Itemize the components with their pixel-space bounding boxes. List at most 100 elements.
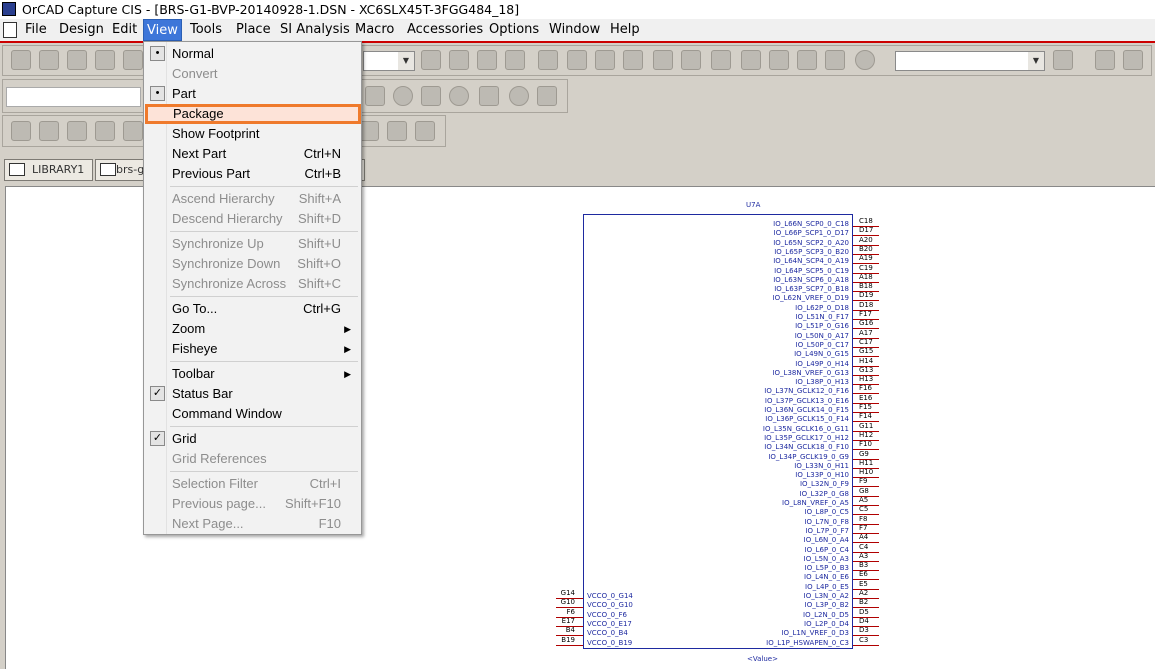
menu-item-go-to[interactable]: Go To... Ctrl+G [146, 299, 359, 319]
menu-item-toolbar[interactable]: Toolbar ▶ [146, 364, 359, 384]
pin-name: IO_L5N_0_A3 [803, 554, 849, 563]
chevron-down-icon[interactable]: ▼ [1028, 52, 1044, 70]
cross-reference-icon[interactable] [681, 50, 701, 70]
pin-name: IO_L7P_0_F7 [805, 526, 849, 535]
submenu-arrow-icon: ▶ [344, 324, 351, 334]
bom-icon[interactable] [711, 50, 731, 70]
bias-icon[interactable] [537, 86, 557, 106]
document-icon[interactable] [3, 22, 17, 38]
select-icon[interactable] [11, 121, 31, 141]
pin-name: IO_L32P_0_G8 [799, 489, 849, 498]
part-reference[interactable]: U7A [746, 201, 760, 209]
menu-item-synchronize-down[interactable]: Synchronize Down Shift+O [146, 254, 359, 274]
menu-item-command-window[interactable]: Command Window [146, 404, 359, 424]
menu-tools[interactable]: Tools [187, 19, 225, 41]
zoom-area-icon[interactable] [477, 50, 497, 70]
pin-name: IO_L49P_0_H14 [795, 359, 849, 368]
net-alias-icon[interactable] [95, 121, 115, 141]
menu-file[interactable]: File [22, 19, 50, 41]
menu-options[interactable]: Options [486, 19, 542, 41]
menu-item-shortcut: Ctrl+B [304, 166, 341, 181]
menu-item-normal[interactable]: • Normal [146, 44, 359, 64]
previous-icon[interactable] [1095, 50, 1115, 70]
menu-item-shortcut: F10 [318, 516, 341, 531]
menu-item-synchronize-up[interactable]: Synchronize Up Shift+U [146, 234, 359, 254]
menu-view[interactable]: View [143, 19, 182, 41]
menu-macro[interactable]: Macro [352, 19, 397, 41]
profile-combo[interactable] [6, 87, 141, 107]
voltage-marker-icon[interactable] [393, 86, 413, 106]
menu-item-package[interactable]: Package [145, 104, 361, 124]
part-value[interactable]: <Value> [747, 655, 778, 663]
menu-item-grid[interactable]: ✓ Grid [146, 429, 359, 449]
differential-marker-icon[interactable] [421, 86, 441, 106]
pin-name: IO_L65N_SCP2_0_A20 [773, 238, 849, 247]
drag-icon[interactable] [797, 50, 817, 70]
menu-item-label: Grid References [172, 451, 267, 466]
project-icon[interactable] [825, 50, 845, 70]
zoom-combo[interactable]: ▼ [363, 51, 415, 71]
pin-wire[interactable] [556, 644, 583, 646]
menu-separator [170, 231, 358, 232]
menu-item-part[interactable]: • Part [146, 84, 359, 104]
chevron-down-icon[interactable]: ▼ [398, 52, 414, 70]
back-annotate-icon[interactable] [595, 50, 615, 70]
zoom-in-icon[interactable] [421, 50, 441, 70]
menu-si-analysis[interactable]: SI Analysis [277, 19, 353, 41]
area-select-icon[interactable] [769, 50, 789, 70]
snap-grid-icon[interactable] [741, 50, 761, 70]
menu-edit[interactable]: Edit [109, 19, 140, 41]
menu-item-zoom[interactable]: Zoom ▶ [146, 319, 359, 339]
pin-name: IO_L34P_GCLK19_0_G9 [768, 452, 849, 461]
menu-item-previous-part[interactable]: Previous Part Ctrl+B [146, 164, 359, 184]
menu-help[interactable]: Help [607, 19, 643, 41]
tab-library1[interactable]: LIBRARY1 [4, 159, 93, 181]
zoom-out-icon[interactable] [449, 50, 469, 70]
table-icon[interactable] [415, 121, 435, 141]
next-icon[interactable] [1123, 50, 1143, 70]
power-marker-icon[interactable] [479, 86, 499, 106]
pin-number: F6 [566, 607, 575, 616]
search-combo[interactable]: ▼ [895, 51, 1045, 71]
pin-name: IO_L62P_0_D18 [795, 303, 849, 312]
bus-icon[interactable] [123, 121, 143, 141]
menu-item-previous-page[interactable]: Previous page... Shift+F10 [146, 494, 359, 514]
save-icon[interactable] [67, 50, 87, 70]
menu-design[interactable]: Design [56, 19, 107, 41]
open-icon[interactable] [39, 50, 59, 70]
drc-icon[interactable] [623, 50, 643, 70]
menu-item-next-part[interactable]: Next Part Ctrl+N [146, 144, 359, 164]
cut-icon[interactable] [123, 50, 143, 70]
export-icon[interactable] [387, 121, 407, 141]
menu-item-show-footprint[interactable]: Show Footprint [146, 124, 359, 144]
wire-icon[interactable] [67, 121, 87, 141]
menu-window[interactable]: Window [546, 19, 603, 41]
menu-item-convert[interactable]: Convert [146, 64, 359, 84]
library-icon [9, 163, 25, 176]
netlist-icon[interactable] [653, 50, 673, 70]
annotate-icon[interactable] [567, 50, 587, 70]
menu-item-status-bar[interactable]: ✓ Status Bar [146, 384, 359, 404]
menu-item-grid-references[interactable]: Grid References [146, 449, 359, 469]
menu-item-fisheye[interactable]: Fisheye ▶ [146, 339, 359, 359]
help-icon[interactable] [855, 50, 875, 70]
pin-wire[interactable] [853, 644, 879, 646]
menu-accessories[interactable]: Accessories [404, 19, 486, 41]
text-icon[interactable] [359, 121, 379, 141]
view-icon[interactable] [538, 50, 558, 70]
menu-place[interactable]: Place [233, 19, 274, 41]
current-marker-icon[interactable] [449, 86, 469, 106]
power-dissipation-icon[interactable] [509, 86, 529, 106]
menu-item-next-page[interactable]: Next Page... F10 [146, 514, 359, 534]
menu-item-ascend-hierarchy[interactable]: Ascend Hierarchy Shift+A [146, 189, 359, 209]
probe-icon[interactable] [365, 86, 385, 106]
menu-item-synchronize-across[interactable]: Synchronize Across Shift+C [146, 274, 359, 294]
menu-item-label: Selection Filter [172, 476, 258, 491]
print-icon[interactable] [95, 50, 115, 70]
new-icon[interactable] [11, 50, 31, 70]
zoom-all-icon[interactable] [505, 50, 525, 70]
menu-item-selection-filter[interactable]: Selection Filter Ctrl+I [146, 474, 359, 494]
menu-item-descend-hierarchy[interactable]: Descend Hierarchy Shift+D [146, 209, 359, 229]
find-icon[interactable] [1053, 50, 1073, 70]
place-part-icon[interactable] [39, 121, 59, 141]
